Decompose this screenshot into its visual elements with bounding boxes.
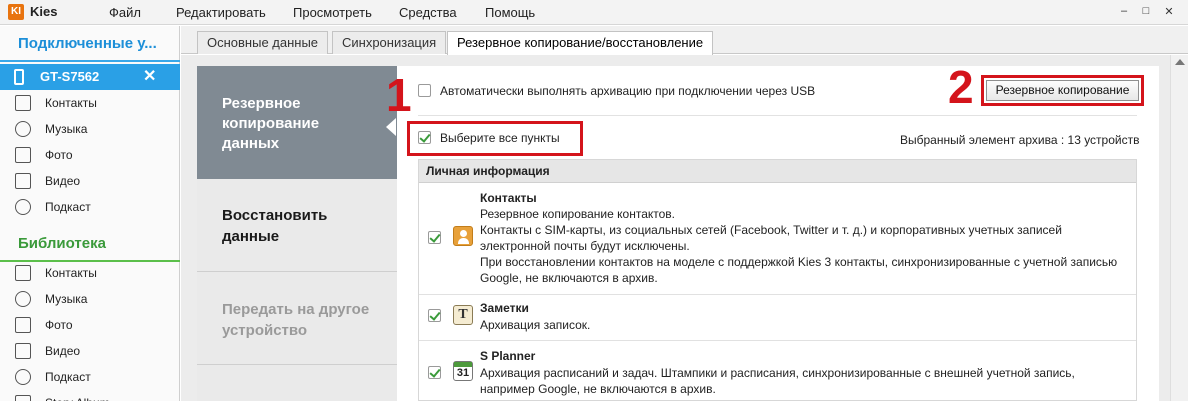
library-header[interactable]: Библиотека — [0, 226, 180, 262]
scrollbar[interactable] — [1170, 55, 1188, 401]
sidebar-item-music[interactable]: Музыка — [0, 116, 180, 142]
library-item-story-album[interactable]: Story Album — [0, 390, 180, 401]
disconnect-icon[interactable]: ✕ — [143, 64, 156, 90]
contacts-icon — [453, 226, 473, 246]
album-icon — [15, 395, 31, 401]
tab-basic-info[interactable]: Основные данные — [197, 31, 329, 54]
music-icon — [15, 291, 31, 307]
sidebar-item-label: Музыка — [45, 292, 88, 306]
auto-backup-label: Автоматически выполнять архивацию при по… — [440, 84, 816, 98]
divider — [418, 115, 1137, 116]
sidebar: Подключенные у... GT-S7562 ✕ Контакты Му… — [0, 26, 180, 401]
menu-view[interactable]: Просмотреть — [293, 5, 372, 20]
device-gt-s7562[interactable]: GT-S7562 ✕ — [0, 64, 180, 90]
nav-divider — [197, 364, 397, 365]
library-item-music[interactable]: Музыка — [0, 286, 180, 312]
podcast-icon — [15, 369, 31, 385]
photo-icon — [15, 147, 31, 163]
nav-backup-active[interactable]: Резервное копирование данных — [197, 66, 397, 179]
sidebar-item-contacts[interactable]: Контакты — [0, 90, 180, 116]
s-planner-desc: Архивация расписаний и задач. Штампики и… — [480, 366, 1075, 380]
contacts-desc: электронной почты будут исключены. — [480, 239, 690, 253]
device-name: GT-S7562 — [40, 69, 100, 84]
sidebar-item-label: Видео — [45, 344, 81, 358]
s-planner-desc: например Google, не включаются в архив. — [480, 382, 716, 396]
nav-restore-label: данные — [222, 228, 280, 245]
title-bar: KI Kies Файл Редактировать Просмотреть С… — [0, 0, 1188, 25]
menu-tools[interactable]: Средства — [399, 5, 457, 20]
contacts-desc: Google, не включаются в архив. — [480, 271, 658, 285]
backup-nav: Резервное копирование данных Восстановит… — [197, 66, 397, 401]
sidebar-item-label: Подкаст — [45, 370, 91, 384]
video-icon — [15, 173, 31, 189]
selected-summary: Выбранный элемент архива : 13 устройств — [900, 133, 1140, 147]
photo-icon — [15, 317, 31, 333]
nav-transfer-label: устройство — [222, 322, 308, 339]
auto-backup-checkbox[interactable] — [418, 84, 431, 97]
notes-icon: T — [453, 305, 473, 325]
sidebar-item-label: Подкаст — [45, 200, 91, 214]
contacts-icon — [15, 265, 31, 281]
kies-logo: KI — [8, 4, 24, 20]
tab-sync[interactable]: Синхронизация — [332, 31, 447, 54]
contacts-desc: Контакты с SIM-карты, из социальных сете… — [480, 223, 1062, 237]
select-all-checkbox[interactable] — [418, 131, 431, 144]
notes-title: Заметки — [480, 301, 529, 315]
music-icon — [15, 121, 31, 137]
divider — [419, 340, 1136, 341]
backup-item-list: Личная информация Контакты Резервное коп… — [418, 159, 1137, 401]
video-icon — [15, 343, 31, 359]
menu-file[interactable]: Файл — [109, 5, 141, 20]
divider — [419, 294, 1136, 295]
notes-desc: Архивация записок. — [480, 318, 591, 332]
select-all-label: Выберите все пункты — [440, 131, 560, 145]
library-item-photo[interactable]: Фото — [0, 312, 180, 338]
minimize-icon[interactable]: – — [1117, 5, 1131, 17]
contacts-desc: Резервное копирование контактов. — [480, 207, 675, 221]
nav-restore-label: Восстановить — [222, 207, 328, 224]
annotation-1: 1 — [386, 69, 412, 121]
nav-backup-label: копирование — [222, 115, 320, 132]
sidebar-item-podcast[interactable]: Подкаст — [0, 194, 180, 220]
library-item-contacts[interactable]: Контакты — [0, 260, 180, 286]
section-personal-info: Личная информация — [419, 160, 1136, 183]
nav-divider — [197, 271, 397, 272]
close-icon[interactable]: ✕ — [1162, 5, 1176, 18]
sidebar-item-video[interactable]: Видео — [0, 168, 180, 194]
podcast-icon — [15, 199, 31, 215]
tab-bar: Основные данные Синхронизация Резервное … — [181, 26, 1188, 55]
sidebar-item-label: Видео — [45, 174, 81, 188]
sidebar-item-label: Контакты — [45, 96, 97, 110]
backup-button[interactable]: Резервное копирование — [986, 80, 1139, 101]
nav-transfer-label: Передать на другое — [222, 301, 370, 318]
contacts-title: Контакты — [480, 191, 537, 205]
phone-icon — [14, 69, 24, 85]
connected-devices-header[interactable]: Подключенные у... — [0, 26, 180, 62]
notes-checkbox[interactable] — [428, 309, 441, 322]
library-item-podcast[interactable]: Подкаст — [0, 364, 180, 390]
tab-backup-restore[interactable]: Резервное копирование/восстановление — [447, 31, 714, 55]
library-item-video[interactable]: Видео — [0, 338, 180, 364]
calendar-icon: 31 — [453, 361, 473, 381]
annotation-2: 2 — [948, 61, 974, 113]
contacts-desc: При восстановлении контактов на моделе с… — [480, 255, 1118, 269]
sidebar-item-label: Контакты — [45, 266, 97, 280]
sidebar-item-label: Фото — [45, 318, 73, 332]
maximize-icon[interactable]: □ — [1139, 5, 1153, 17]
scroll-up-icon[interactable] — [1175, 59, 1185, 65]
menu-edit[interactable]: Редактировать — [176, 5, 266, 20]
menu-help[interactable]: Помощь — [485, 5, 535, 20]
s-planner-checkbox[interactable] — [428, 366, 441, 379]
app-title: Kies — [30, 4, 58, 19]
nav-backup-label: Резервное — [222, 95, 301, 112]
sidebar-item-label: Музыка — [45, 122, 88, 136]
contacts-checkbox[interactable] — [428, 231, 441, 244]
sidebar-item-label: Фото — [45, 148, 73, 162]
sidebar-item-label: Story Album — [45, 390, 110, 401]
sidebar-item-photo[interactable]: Фото — [0, 142, 180, 168]
contacts-icon — [15, 95, 31, 111]
calendar-day: 31 — [456, 367, 470, 379]
nav-backup-label: данных — [222, 135, 280, 152]
s-planner-title: S Planner — [480, 349, 536, 363]
